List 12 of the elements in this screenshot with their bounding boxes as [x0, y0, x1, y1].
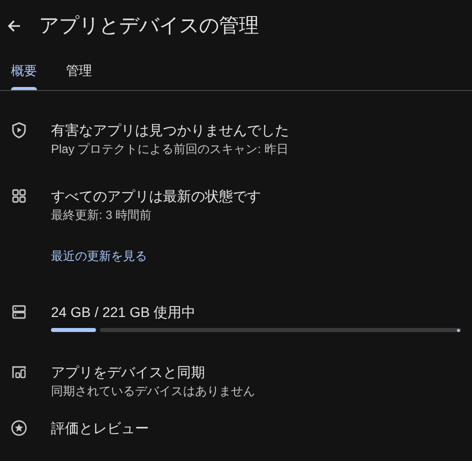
tab[interactable]: 概要: [9, 52, 39, 90]
section-subtitle: Play プロテクトによる前回のスキャン: 昨日: [51, 141, 288, 158]
recent-updates-link[interactable]: 最近の更新を見る: [51, 247, 147, 265]
tab[interactable]: 管理: [64, 52, 94, 90]
section-title: すべてのアプリは最新の状態です: [51, 187, 261, 206]
section-title: アプリをデバイスと同期: [51, 363, 205, 382]
section-subtitle: 同期されているデバイスはありません: [51, 383, 255, 400]
section-title: 24 GB / 221 GB 使用中: [51, 303, 196, 322]
section-subtitle: 最終更新: 3 時間前: [51, 207, 152, 224]
section-title: 評価とレビュー: [51, 419, 149, 438]
page-title: アプリとデバイスの管理: [39, 14, 259, 39]
section-title: 有害なアプリは見つかりませんでした: [51, 121, 289, 140]
